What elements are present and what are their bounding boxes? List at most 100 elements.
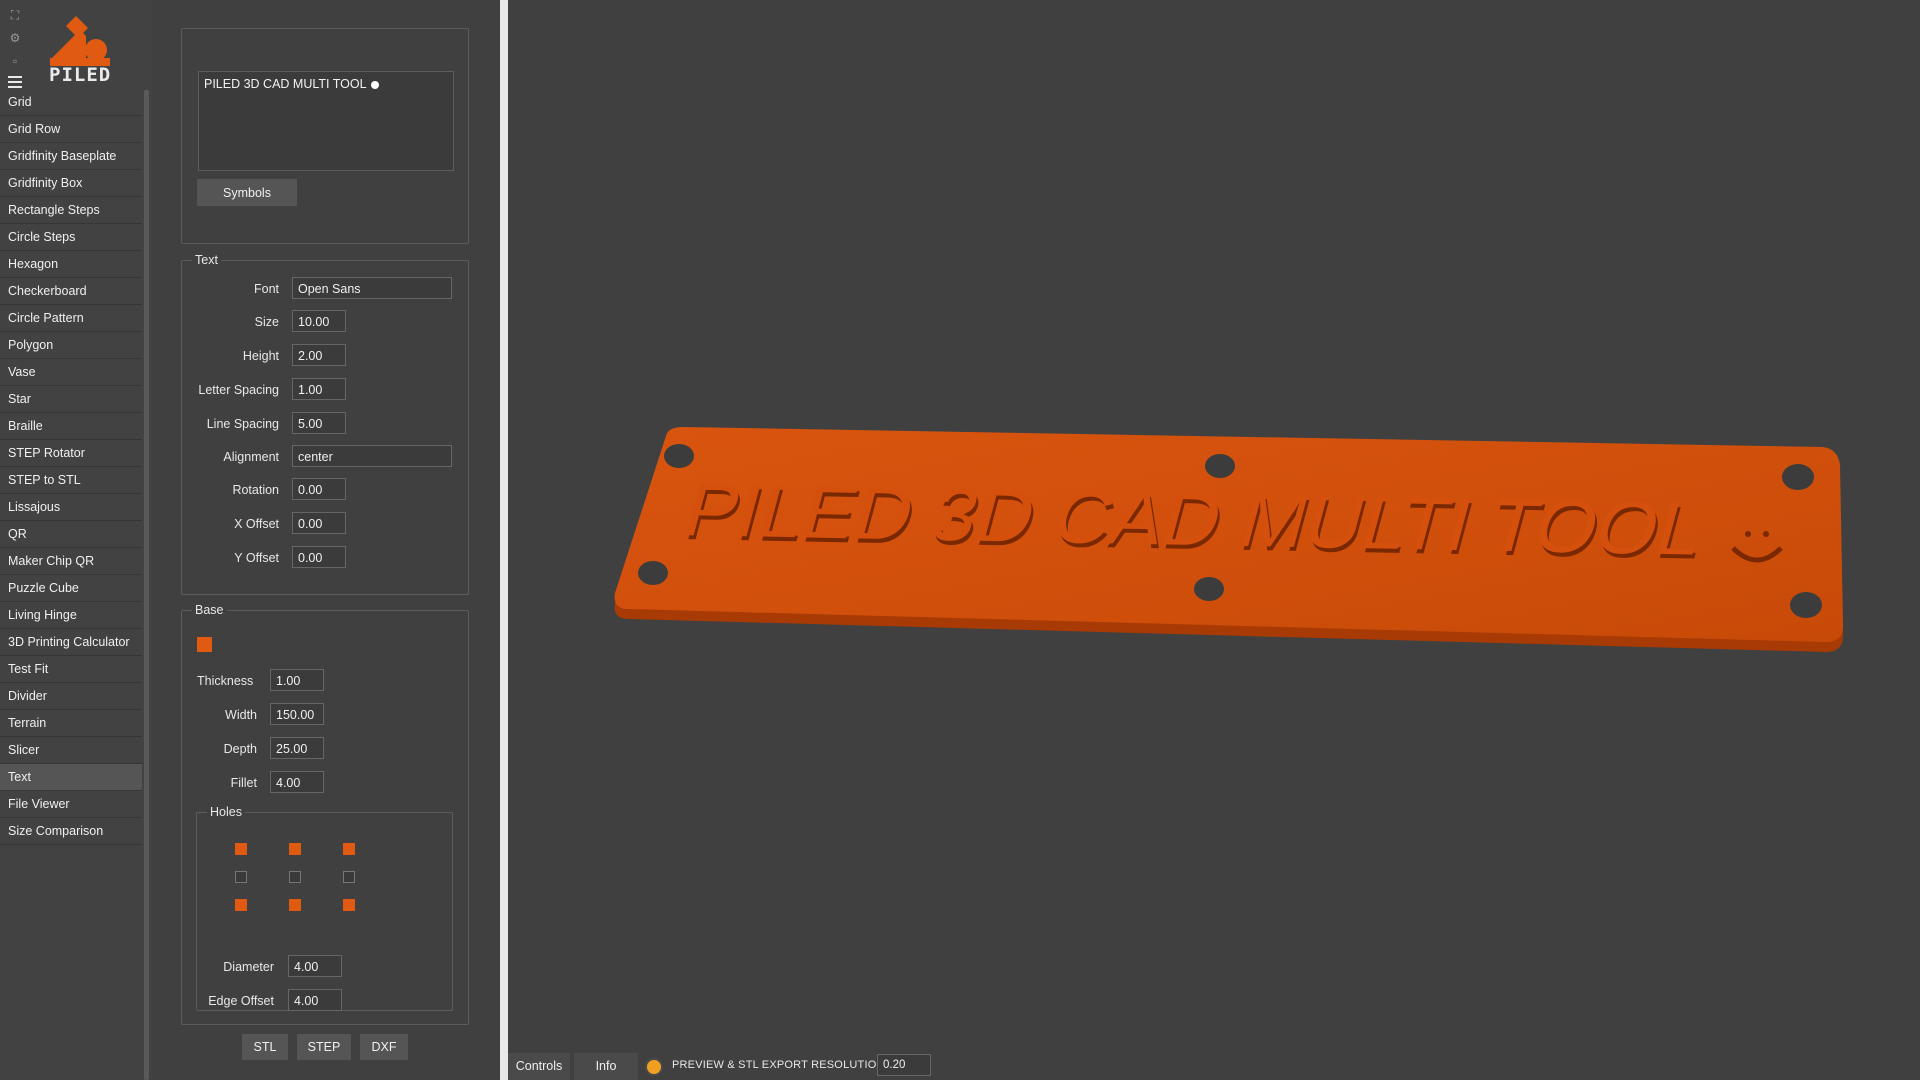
sidebar-item-star[interactable]: Star bbox=[0, 386, 142, 413]
export-stl-button[interactable]: STL bbox=[242, 1034, 288, 1060]
hamburger-menu-icon[interactable] bbox=[8, 76, 22, 88]
letter-spacing-row: Letter Spacing 1.00 bbox=[182, 378, 468, 402]
nameplate-model[interactable]: PILED 3D CAD MULTI TOOL PILED 3D CAD MUL… bbox=[508, 0, 1920, 1080]
base-section-legend: Base bbox=[195, 603, 224, 617]
settings-gear-icon[interactable]: ⚙ bbox=[8, 31, 22, 45]
3d-viewport[interactable]: PILED 3D CAD MULTI TOOL PILED 3D CAD MUL… bbox=[508, 0, 1920, 1080]
hole-checkbox-r1-c2[interactable] bbox=[289, 843, 301, 855]
size-label: Size bbox=[254, 315, 279, 329]
sidebar-item-vase[interactable]: Vase bbox=[0, 359, 142, 386]
y-offset-label: Y Offset bbox=[234, 551, 279, 565]
export-step-button[interactable]: STEP bbox=[297, 1034, 351, 1060]
y-offset-row: Y Offset 0.00 bbox=[182, 546, 468, 570]
sidebar-item-checkerboard[interactable]: Checkerboard bbox=[0, 278, 142, 305]
text-input[interactable]: PILED 3D CAD MULTI TOOL bbox=[198, 71, 454, 171]
panel-resize-divider[interactable] bbox=[500, 0, 508, 1080]
sidebar-item-step-rotator[interactable]: STEP Rotator bbox=[0, 440, 142, 467]
y-offset-input[interactable]: 0.00 bbox=[292, 546, 346, 568]
sidebar-item-rectangle-steps[interactable]: Rectangle Steps bbox=[0, 197, 142, 224]
width-row: Width 150.00 bbox=[182, 703, 468, 727]
font-label: Font bbox=[253, 282, 279, 296]
sidebar-item-gridfinity-baseplate[interactable]: Gridfinity Baseplate bbox=[0, 143, 142, 170]
sidebar-item-gridfinity-box[interactable]: Gridfinity Box bbox=[0, 170, 142, 197]
sidebar-item-hexagon[interactable]: Hexagon bbox=[0, 251, 142, 278]
x-offset-input[interactable]: 0.00 bbox=[292, 512, 346, 534]
hole-checkbox-r2-c1[interactable] bbox=[235, 871, 247, 883]
hole-checkbox-r3-c3[interactable] bbox=[343, 899, 355, 911]
tab-info[interactable]: Info bbox=[574, 1053, 638, 1080]
sidebar-item-slicer[interactable]: Slicer bbox=[0, 737, 142, 764]
resolution-label: PREVIEW & STL EXPORT RESOLUTION bbox=[672, 1059, 885, 1071]
rotation-input[interactable]: 0.00 bbox=[292, 478, 346, 500]
width-label: Width bbox=[225, 708, 257, 722]
text-input-value: PILED 3D CAD MULTI TOOL bbox=[204, 77, 367, 91]
height-input[interactable]: 2.00 bbox=[292, 344, 346, 366]
alignment-label: Alignment bbox=[223, 450, 279, 464]
export-dxf-button[interactable]: DXF bbox=[360, 1034, 408, 1060]
fillet-label: Fillet bbox=[230, 776, 257, 790]
sidebar-item-test-fit[interactable]: Test Fit bbox=[0, 656, 142, 683]
tool-list: Grid Grid Row Gridfinity Baseplate Gridfini… bbox=[0, 89, 142, 845]
font-row: Font Open Sans bbox=[182, 277, 468, 301]
left-navigation: ⛶ ⚙ ▫ PILED Grid Grid Row Gridfinity Basep… bbox=[0, 0, 152, 1080]
fullscreen-icon[interactable]: ⛶ bbox=[8, 8, 22, 22]
line-spacing-row: Line Spacing 5.00 bbox=[182, 412, 468, 436]
sidebar-item-terrain[interactable]: Terrain bbox=[0, 710, 142, 737]
symbols-button[interactable]: Symbols bbox=[197, 179, 297, 206]
depth-input[interactable]: 25.00 bbox=[270, 737, 324, 759]
sidebar-item-circle-pattern[interactable]: Circle Pattern bbox=[0, 305, 142, 332]
size-row: Size 10.00 bbox=[182, 310, 468, 334]
small-square-icon[interactable]: ▫ bbox=[8, 54, 22, 68]
sidebar-item-lissajous[interactable]: Lissajous bbox=[0, 494, 142, 521]
sidebar-item-3d-printing-calculator[interactable]: 3D Printing Calculator bbox=[0, 629, 142, 656]
resolution-input[interactable]: 0.20 bbox=[877, 1054, 931, 1076]
sidebar-item-grid-row[interactable]: Grid Row bbox=[0, 116, 142, 143]
hole-checkbox-r3-c2[interactable] bbox=[289, 899, 301, 911]
tab-controls[interactable]: Controls bbox=[508, 1053, 570, 1080]
bottom-bar: Controls Info PREVIEW & STL EXPORT RESOL… bbox=[508, 1050, 1920, 1080]
sidebar-item-step-to-stl[interactable]: STEP to STL bbox=[0, 467, 142, 494]
height-label: Height bbox=[242, 349, 279, 363]
hole-checkbox-r3-c1[interactable] bbox=[235, 899, 247, 911]
base-settings-group: Base Thickness 1.00 Width 150.00 Depth 2… bbox=[181, 603, 469, 1025]
alignment-select[interactable]: center bbox=[292, 445, 452, 467]
sidebar-item-size-comparison[interactable]: Size Comparison bbox=[0, 818, 142, 845]
thickness-input[interactable]: 1.00 bbox=[270, 669, 324, 691]
thickness-label: Thickness bbox=[197, 674, 254, 688]
text-settings-group: Text Font Open Sans Size 10.00 Height 2.… bbox=[181, 253, 469, 595]
hole-checkbox-r2-c3[interactable] bbox=[343, 871, 355, 883]
sidebar-item-maker-chip-qr[interactable]: Maker Chip QR bbox=[0, 548, 142, 575]
sidebar-scrollbar[interactable] bbox=[144, 90, 149, 1080]
letter-spacing-label: Letter Spacing bbox=[198, 383, 279, 397]
depth-row: Depth 25.00 bbox=[182, 737, 468, 761]
sidebar-item-divider[interactable]: Divider bbox=[0, 683, 142, 710]
sidebar-item-text[interactable]: Text bbox=[0, 764, 142, 791]
sidebar-item-qr[interactable]: QR bbox=[0, 521, 142, 548]
hole-checkbox-r2-c2[interactable] bbox=[289, 871, 301, 883]
resolution-indicator-icon bbox=[645, 1058, 663, 1076]
hole-checkbox-r1-c3[interactable] bbox=[343, 843, 355, 855]
base-enabled-checkbox[interactable] bbox=[197, 637, 212, 652]
width-input[interactable]: 150.00 bbox=[270, 703, 324, 725]
line-spacing-input[interactable]: 5.00 bbox=[292, 412, 346, 434]
sidebar-item-file-viewer[interactable]: File Viewer bbox=[0, 791, 142, 818]
alignment-row: Alignment center bbox=[182, 445, 468, 469]
sidebar-item-grid[interactable]: Grid bbox=[0, 89, 142, 116]
sidebar-item-puzzle-cube[interactable]: Puzzle Cube bbox=[0, 575, 142, 602]
sidebar-item-braille[interactable]: Braille bbox=[0, 413, 142, 440]
size-input[interactable]: 10.00 bbox=[292, 310, 346, 332]
sidebar-item-living-hinge[interactable]: Living Hinge bbox=[0, 602, 142, 629]
hole-checkbox-r1-c1[interactable] bbox=[235, 843, 247, 855]
font-select[interactable]: Open Sans bbox=[292, 277, 452, 299]
diameter-input[interactable]: 4.00 bbox=[288, 955, 342, 977]
holes-group: Holes Diameter 4.00 Edge Offset 4.00 bbox=[196, 805, 453, 1011]
fillet-input[interactable]: 4.00 bbox=[270, 771, 324, 793]
x-offset-row: X Offset 0.00 bbox=[182, 512, 468, 536]
edge-offset-row: Edge Offset 4.00 bbox=[197, 989, 452, 1013]
letter-spacing-input[interactable]: 1.00 bbox=[292, 378, 346, 400]
edge-offset-input[interactable]: 4.00 bbox=[288, 989, 342, 1011]
sidebar-item-polygon[interactable]: Polygon bbox=[0, 332, 142, 359]
smiley-symbol-icon bbox=[370, 80, 379, 89]
rotation-row: Rotation 0.00 bbox=[182, 478, 468, 502]
sidebar-item-circle-steps[interactable]: Circle Steps bbox=[0, 224, 142, 251]
